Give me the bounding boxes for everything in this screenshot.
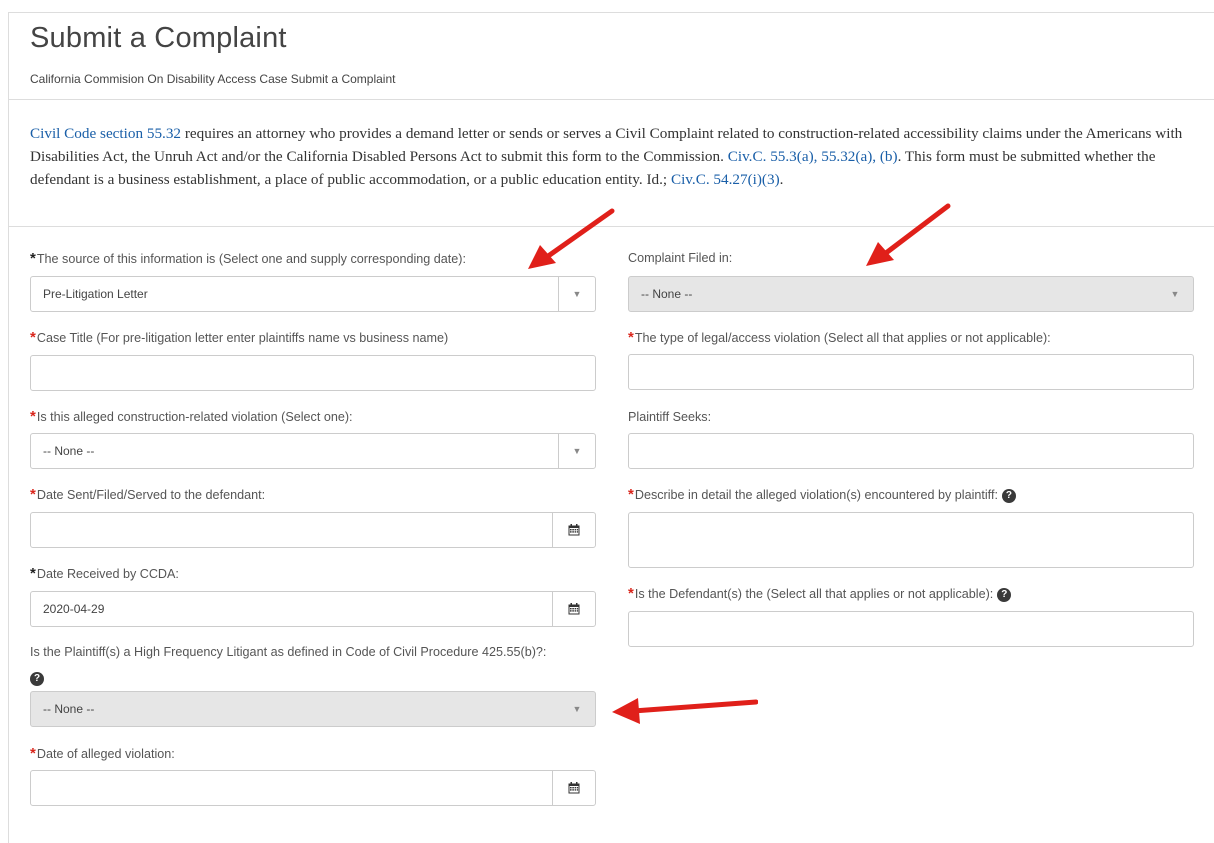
intro-paragraph: Civil Code section 55.32 requires an att…	[30, 122, 1205, 191]
dropdown-caret-icon: ▼	[1170, 289, 1180, 299]
defendant-is-input[interactable]	[628, 611, 1194, 647]
civ-c-54-link[interactable]: Civ.C. 54.27(i)(3)	[671, 171, 780, 188]
help-icon[interactable]: ?	[997, 587, 1012, 602]
divider	[9, 99, 1214, 100]
dropdown-caret-icon: ▼	[558, 277, 595, 311]
red-arrow-annotation	[612, 698, 758, 724]
source-value: Pre-Litigation Letter	[43, 287, 148, 301]
describe-label: *Describe in detail the alleged violatio…	[628, 486, 1016, 503]
construction-related-value: -- None --	[43, 444, 95, 458]
red-arrow-annotation	[866, 203, 951, 266]
construction-related-label: *Is this alleged construction-related vi…	[30, 408, 353, 425]
dropdown-caret-icon: ▼	[558, 434, 595, 468]
construction-related-select[interactable]: -- None -- ▼	[30, 433, 596, 469]
intro-text-3: .	[779, 171, 784, 188]
describe-textarea[interactable]	[628, 512, 1194, 568]
high-freq-label: Is the Plaintiff(s) a High Frequency Lit…	[30, 645, 547, 659]
dropdown-caret-icon: ▼	[572, 704, 582, 714]
plaintiff-seeks-label: Plaintiff Seeks:	[628, 410, 712, 424]
violation-type-input[interactable]	[628, 354, 1194, 390]
complaint-filed-value: -- None --	[641, 287, 693, 301]
high-freq-value: -- None --	[43, 702, 95, 716]
source-label: *The source of this information is (Sele…	[30, 250, 466, 267]
help-icon[interactable]: ?	[30, 670, 44, 688]
date-violation-input[interactable]	[30, 770, 596, 806]
civ-c-55-link[interactable]: Civ.C. 55.3(a), 55.32(a), (b)	[728, 148, 898, 165]
calendar-icon[interactable]	[552, 513, 595, 547]
calendar-icon[interactable]	[552, 771, 595, 805]
civil-code-link[interactable]: Civil Code section 55.32	[30, 125, 181, 142]
date-sent-label: *Date Sent/Filed/Served to the defendant…	[30, 486, 266, 503]
complaint-filed-select[interactable]: -- None -- ▼	[628, 276, 1194, 312]
source-select[interactable]: Pre-Litigation Letter ▼	[30, 276, 596, 312]
defendant-is-label: *Is the Defendant(s) the (Select all tha…	[628, 585, 1012, 602]
high-freq-select[interactable]: -- None -- ▼	[30, 691, 596, 727]
date-received-input[interactable]: 2020-04-29	[30, 591, 596, 627]
help-icon[interactable]: ?	[1001, 488, 1016, 503]
case-title-label: *Case Title (For pre-litigation letter e…	[30, 329, 449, 346]
calendar-icon[interactable]	[552, 592, 595, 626]
plaintiff-seeks-input[interactable]	[628, 433, 1194, 469]
page-subtitle: California Commision On Disability Acces…	[30, 72, 396, 86]
date-received-label: *Date Received by CCDA:	[30, 565, 179, 582]
date-sent-input[interactable]	[30, 512, 596, 548]
date-received-value: 2020-04-29	[43, 602, 105, 616]
complaint-filed-label: Complaint Filed in:	[628, 251, 733, 265]
violation-type-label: *The type of legal/access violation (Sel…	[628, 329, 1051, 346]
page-title: Submit a Complaint	[30, 22, 287, 54]
case-title-input[interactable]	[30, 355, 596, 391]
red-arrow-annotation	[528, 208, 615, 269]
date-violation-label: *Date of alleged violation:	[30, 745, 175, 762]
